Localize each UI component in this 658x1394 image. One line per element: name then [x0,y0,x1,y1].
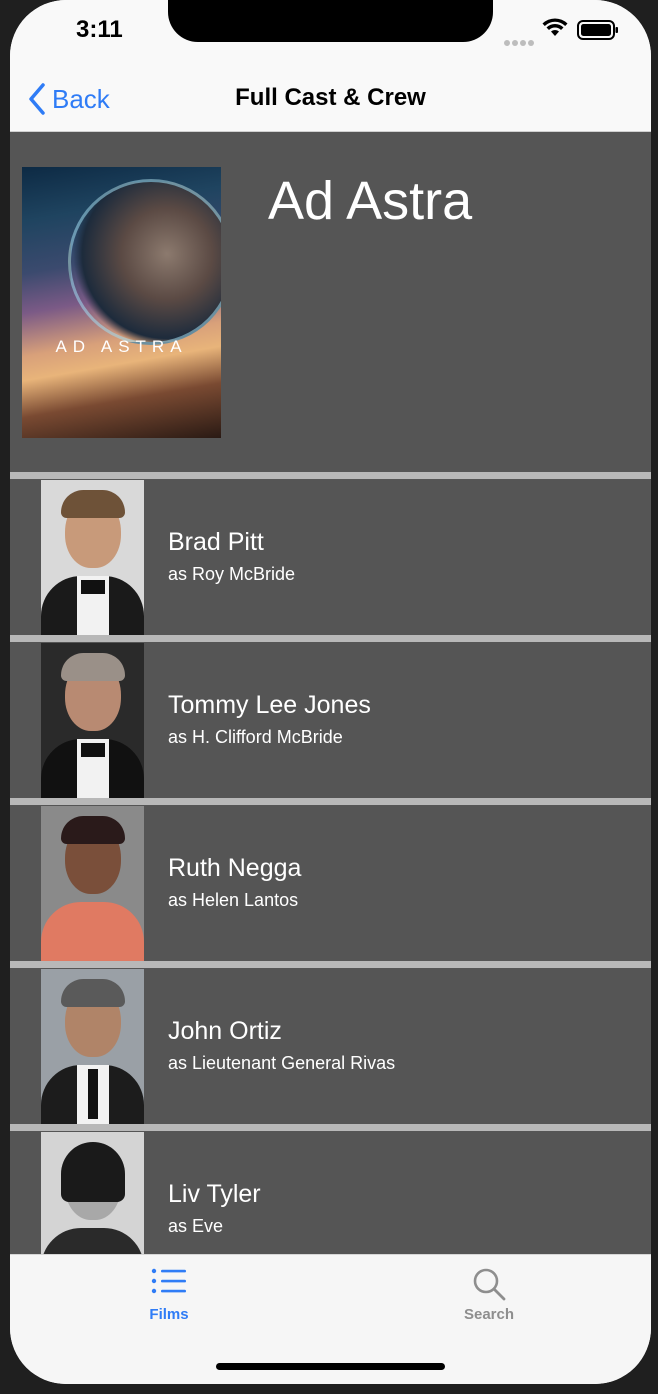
actor-name: Liv Tyler [168,1180,261,1208]
tab-search-label: Search [463,1306,515,1323]
actor-photo [41,643,144,798]
tab-bar: Films Search [10,1254,651,1384]
actor-name: Tommy Lee Jones [168,691,371,719]
row-separator [10,472,651,479]
character-name: as H. Clifford McBride [168,727,343,747]
character-name: as Lieutenant General Rivas [168,1053,396,1073]
row-separator [10,961,651,968]
row-separator [10,798,651,805]
poster-title-text: AD ASTRA [55,337,188,356]
character-name: as Eve [168,1216,224,1236]
actor-name: John Ortiz [168,1017,282,1045]
list-icon [151,1268,186,1294]
actor-photo [41,480,144,635]
status-time: 3:11 [76,16,123,43]
actor-photo [41,1132,144,1254]
search-icon [473,1268,506,1301]
phone-screen: 3:11 Back Full Cast & Crew AD ASTRA Ad A… [10,0,651,1384]
cast-row[interactable]: Brad Pitt as Roy McBride [10,480,651,635]
wifi-icon [542,18,568,36]
status-bar: 3:11 [10,0,651,60]
row-separator [10,1124,651,1131]
poster-helmet-image [68,179,221,345]
actor-name: Brad Pitt [168,528,264,556]
movie-poster: AD ASTRA [22,167,221,438]
device-notch [168,0,493,42]
actor-name: Ruth Negga [168,854,302,882]
cast-crew-list[interactable]: AD ASTRA Ad Astra Brad Pitt as Roy McBri… [10,132,651,1254]
character-name: as Helen Lantos [168,890,299,910]
navigation-bar: Back Full Cast & Crew [10,60,651,132]
row-separator [10,635,651,642]
battery-icon [577,20,618,40]
tab-search[interactable]: Search [429,1267,549,1323]
movie-title: Ad Astra [268,171,473,231]
cast-row[interactable]: Tommy Lee Jones as H. Clifford McBride [10,643,651,798]
tab-films[interactable]: Films [109,1267,229,1323]
cellular-signal-icon [504,33,536,51]
character-name: as Roy McBride [168,564,296,584]
home-indicator [216,1363,445,1370]
tab-films-label: Films [149,1306,189,1323]
cast-row[interactable]: John Ortiz as Lieutenant General Rivas [10,969,651,1124]
cast-row[interactable]: Liv Tyler as Eve [10,1132,651,1254]
actor-photo [41,806,144,961]
page-title: Full Cast & Crew [235,84,426,111]
actor-photo [41,969,144,1124]
movie-header: AD ASTRA Ad Astra [10,132,651,472]
cast-row[interactable]: Ruth Negga as Helen Lantos [10,806,651,961]
